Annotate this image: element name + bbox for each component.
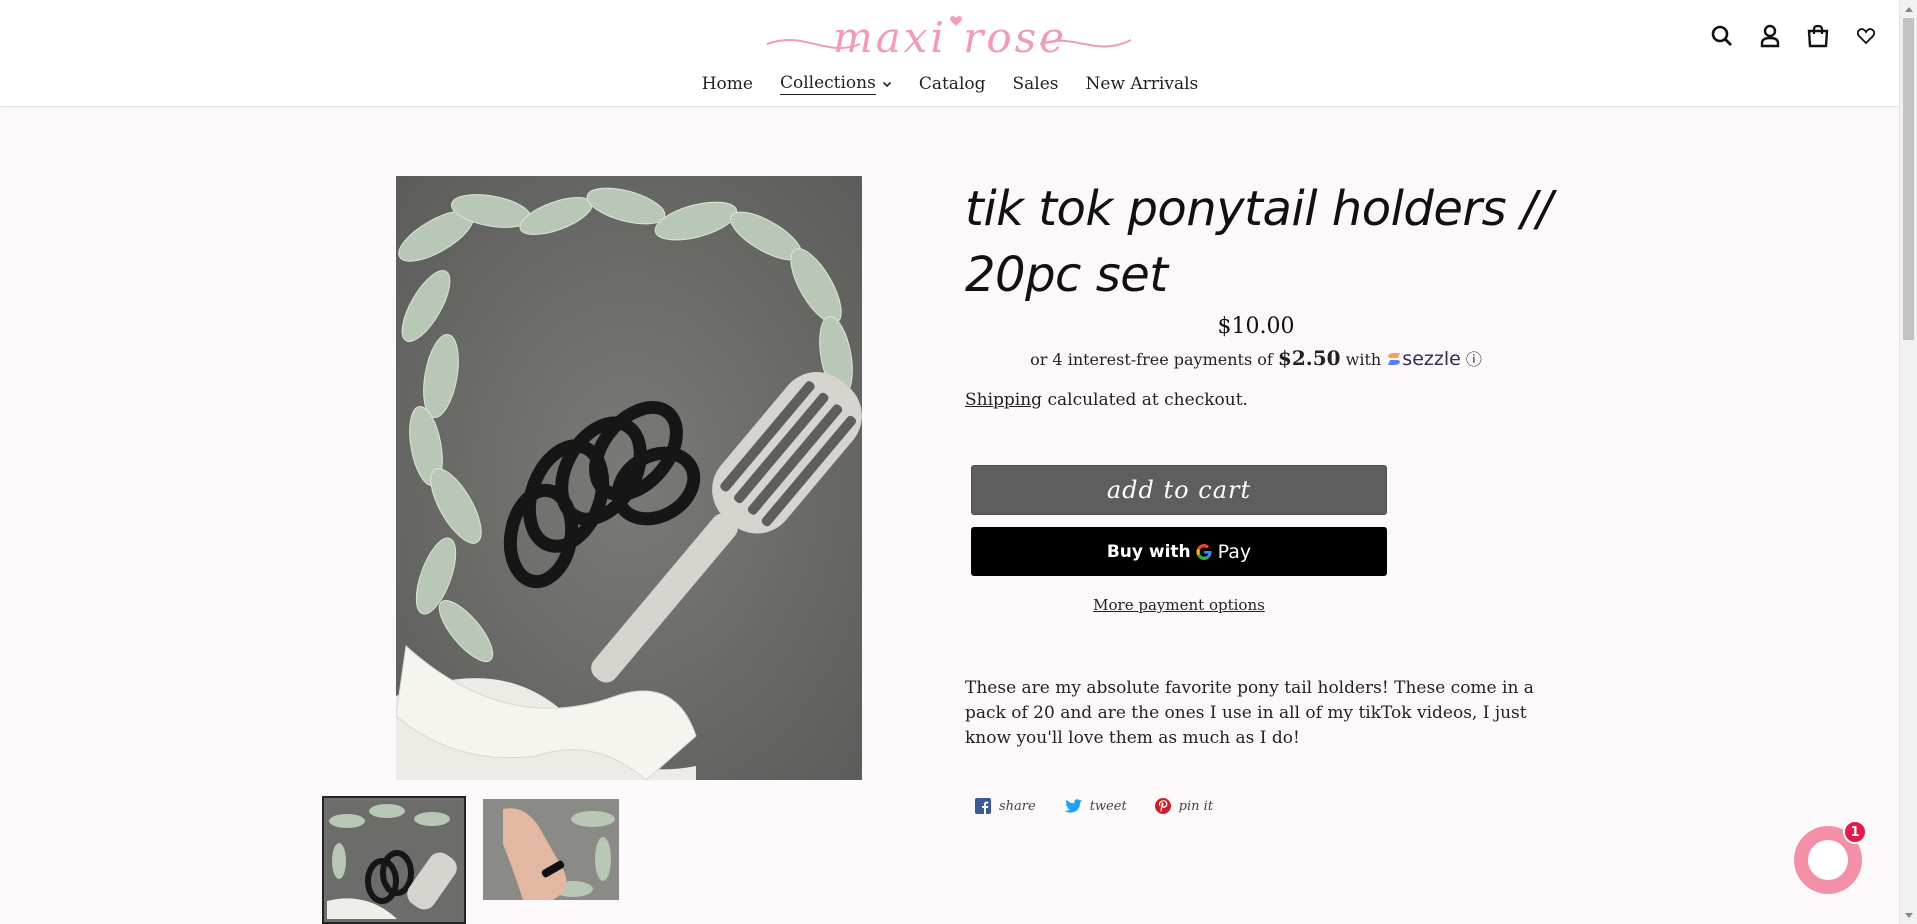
sezzle-amount: $2.50 xyxy=(1277,346,1341,370)
social-share: share tweet pin it xyxy=(975,798,1213,814)
cart-icon[interactable] xyxy=(1806,24,1830,48)
shipping-link[interactable]: Shipping xyxy=(965,390,1042,410)
sezzle-with: with xyxy=(1345,350,1382,369)
info-icon[interactable]: ⓘ xyxy=(1466,350,1482,369)
share-pinterest-label: pin it xyxy=(1178,798,1214,814)
add-to-cart-button[interactable]: add to cart xyxy=(971,465,1387,515)
pinterest-icon xyxy=(1154,798,1171,814)
search-icon[interactable] xyxy=(1710,24,1734,48)
facebook-icon xyxy=(975,798,991,814)
nav-collections-label: Collections xyxy=(779,73,876,95)
scrollbar-thumb[interactable] xyxy=(1903,18,1914,340)
main-nav: Home Collections Catalog Sales New Arriv… xyxy=(0,72,1900,96)
share-facebook-label: share xyxy=(999,798,1036,814)
scroll-up-arrow-icon[interactable] xyxy=(1900,0,1917,17)
chevron-down-icon xyxy=(882,81,891,88)
sezzle-brand: sezzle xyxy=(1402,348,1461,370)
nav-home-label: Home xyxy=(701,74,753,94)
share-facebook[interactable]: share xyxy=(975,798,1036,814)
thumbnail-2-illustration xyxy=(483,799,619,900)
share-twitter-label: tweet xyxy=(1089,798,1127,814)
product-title: tik tok ponytail holders // 20pc set xyxy=(965,181,1553,303)
account-icon[interactable] xyxy=(1758,24,1782,48)
nav-collections[interactable]: Collections xyxy=(779,72,892,96)
chat-unread-badge: 1 xyxy=(1843,820,1867,844)
more-payment-options-link[interactable]: More payment options xyxy=(971,596,1387,614)
nav-sales[interactable]: Sales xyxy=(1013,72,1059,96)
gpay-pay: Pay xyxy=(1217,540,1252,563)
nav-new-arrivals-label: New Arrivals xyxy=(1085,74,1199,94)
logo-text: maxi rose xyxy=(832,13,1068,62)
nav-sales-label: Sales xyxy=(1012,74,1059,94)
wishlist-heart-icon[interactable] xyxy=(1854,24,1878,48)
product-thumbnail-1[interactable] xyxy=(322,796,466,924)
product-photo-illustration xyxy=(396,176,862,780)
share-twitter[interactable]: tweet xyxy=(1064,798,1127,814)
sezzle-prefix: or 4 interest-free payments of xyxy=(1030,350,1273,369)
nav-catalog-label: Catalog xyxy=(918,74,986,94)
scroll-down-arrow-icon[interactable] xyxy=(1900,907,1917,924)
nav-home[interactable]: Home xyxy=(702,72,753,96)
share-pinterest[interactable]: pin it xyxy=(1154,798,1214,814)
google-pay-button[interactable]: Buy with Pay xyxy=(971,527,1387,576)
product-price: $10.00 xyxy=(1217,314,1295,339)
nav-new-arrivals[interactable]: New Arrivals xyxy=(1086,72,1199,96)
chat-bubble-icon xyxy=(1808,840,1848,880)
product-description: These are my absolute favorite pony tail… xyxy=(965,678,1534,748)
sezzle-installments[interactable]: or 4 interest-free payments of $2.50 wit… xyxy=(965,346,1547,370)
gpay-buy-with: Buy with xyxy=(1106,541,1191,562)
thumbnail-1-illustration xyxy=(327,801,461,919)
page-scrollbar[interactable] xyxy=(1899,0,1917,924)
sezzle-logo-icon xyxy=(1388,353,1401,365)
shipping-note: Shipping calculated at checkout. xyxy=(965,390,1248,410)
product-main-image[interactable] xyxy=(396,176,862,780)
header-icons xyxy=(1710,24,1878,48)
google-g-icon xyxy=(1196,543,1212,560)
site-header: maxi rose Home Collections Catalog Sales… xyxy=(0,0,1900,107)
twitter-icon xyxy=(1064,798,1082,813)
site-logo[interactable]: maxi rose xyxy=(765,10,1135,66)
product-thumbnail-2[interactable] xyxy=(483,799,619,900)
nav-catalog[interactable]: Catalog xyxy=(919,72,986,96)
shipping-text: calculated at checkout. xyxy=(1042,390,1248,410)
